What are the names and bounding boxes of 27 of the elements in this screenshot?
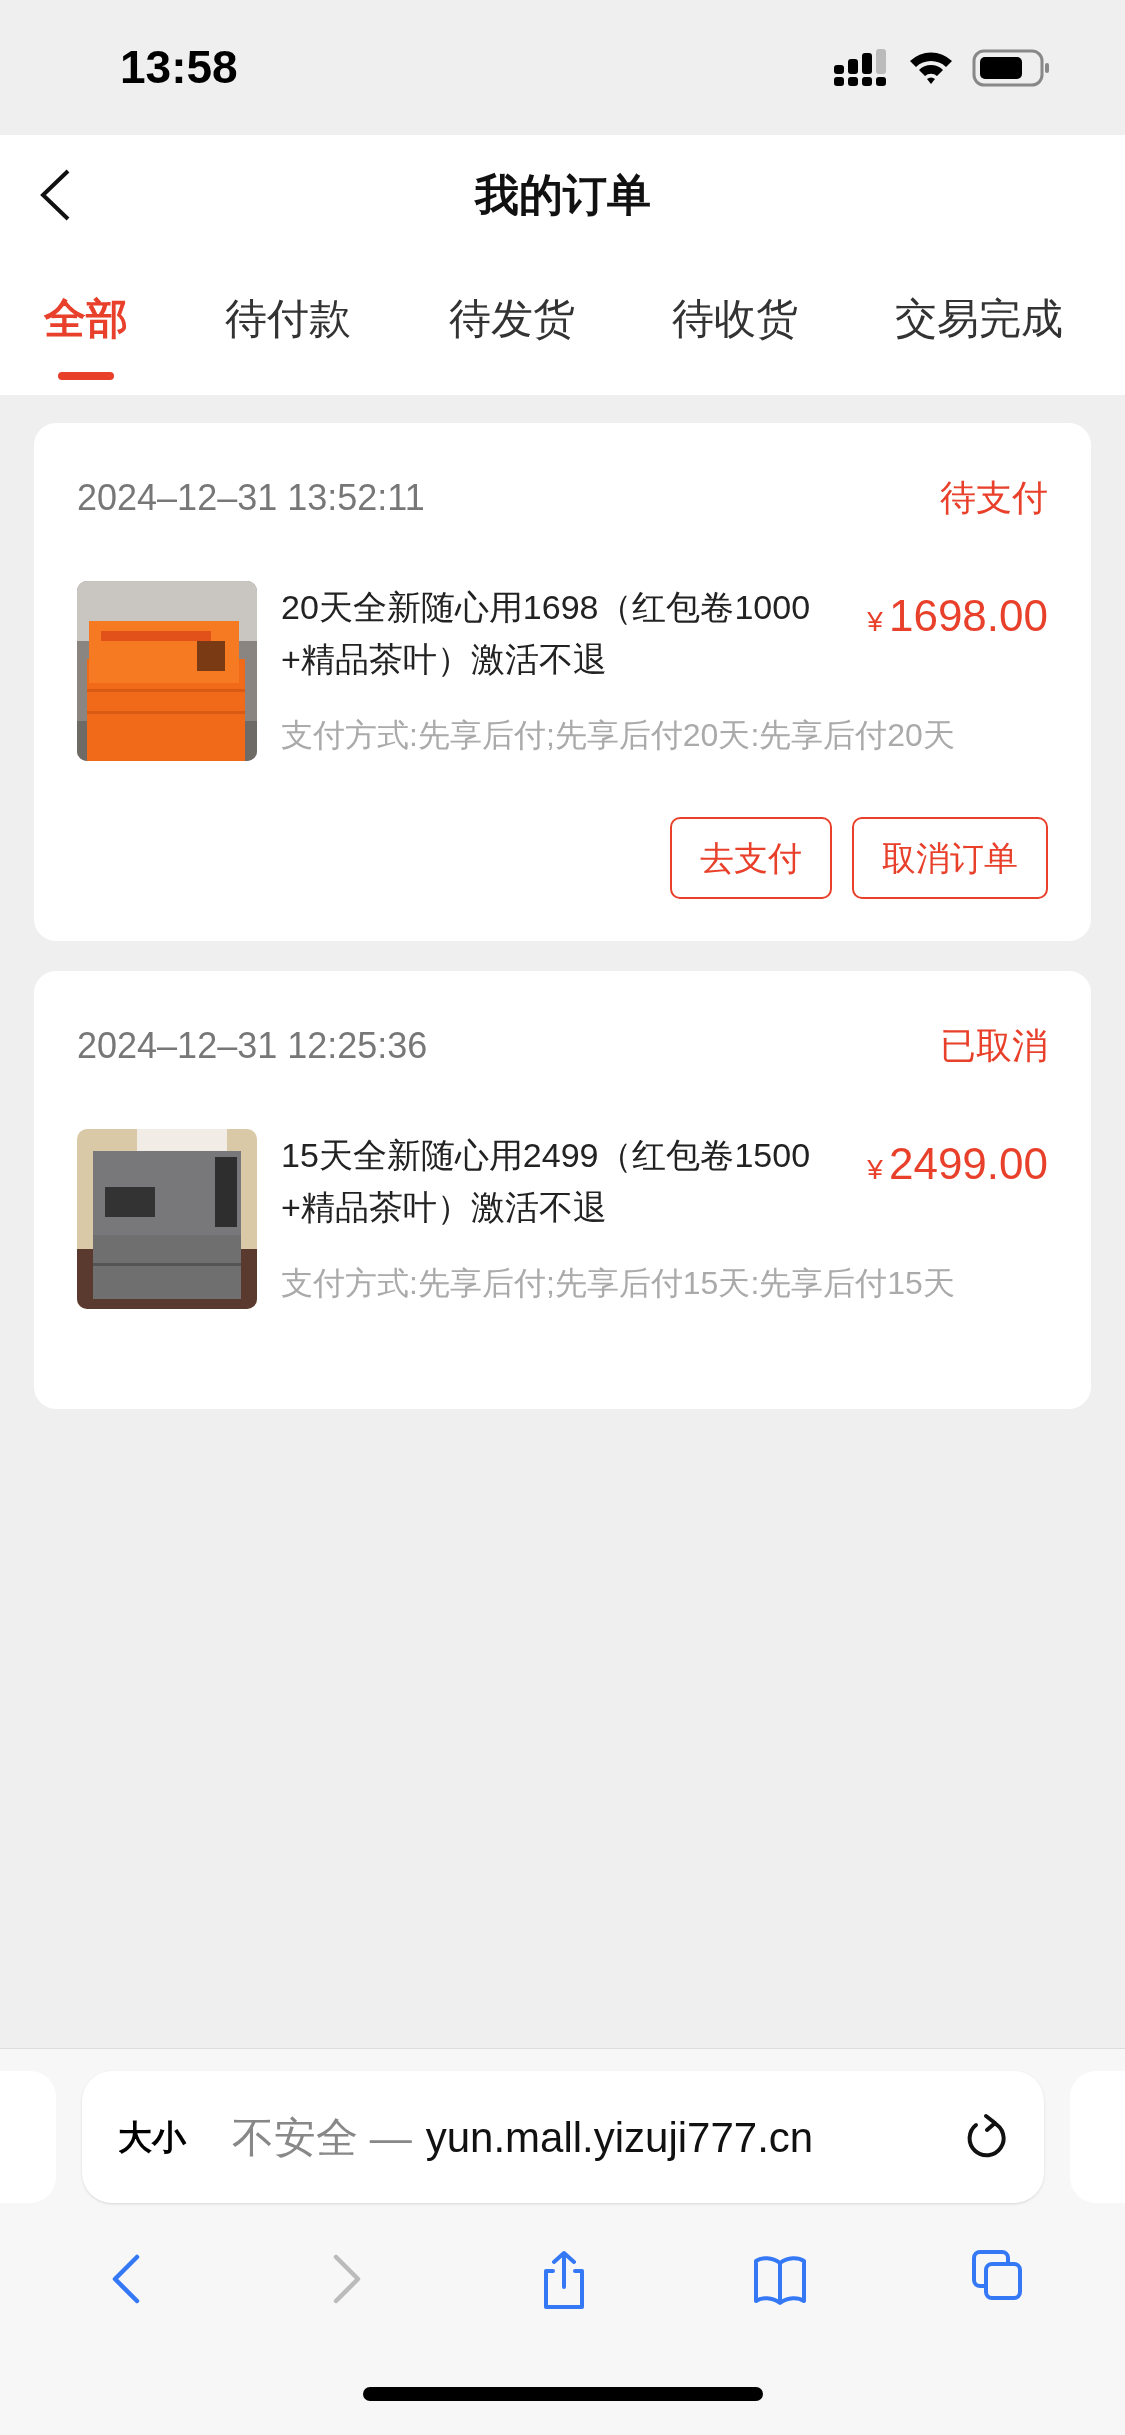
page-title: 我的订单 <box>474 169 651 221</box>
battery-icon <box>972 48 1050 87</box>
product-name: 20天全新随心用1698（红包卷1000+精品茶叶）激活不退 <box>281 587 812 680</box>
wifi-icon <box>908 50 954 85</box>
order-time: 2024–12–31 13:52:11 <box>77 476 425 520</box>
order-time: 2024–12–31 12:25:36 <box>77 1024 428 1068</box>
product-price: ¥2499.00 <box>867 1138 1048 1190</box>
order-action-button[interactable]: 取消订单 <box>852 817 1048 899</box>
order-tab[interactable]: 全部 <box>22 287 150 350</box>
order-tab[interactable]: 待付款 <box>203 287 374 350</box>
order-tab[interactable]: 待发货 <box>426 287 597 350</box>
product-name: 15天全新随心用2499（红包卷1500+精品茶叶）激活不退 <box>281 1135 812 1228</box>
order-action-button[interactable]: 去支付 <box>670 817 832 899</box>
order-status: 已取消 <box>940 1024 1048 1068</box>
order-tab[interactable]: 待收货 <box>649 287 820 350</box>
status-time: 13:58 <box>120 40 238 95</box>
address-bar[interactable]: 大小 不安全 — yun.mall.yizuji777.cn <box>82 2071 1044 2203</box>
tab-underline <box>58 372 114 380</box>
payment-method: 支付方式:先享后付;先享后付15天:先享后付15天 <box>281 1264 956 1303</box>
text-size-button[interactable]: 大小 <box>118 2111 186 2163</box>
product-price: ¥1698.00 <box>867 590 1048 642</box>
order-status: 待支付 <box>940 476 1048 520</box>
url-text: yun.mall.yizuji777.cn <box>425 2112 814 2163</box>
back-icon[interactable] <box>38 168 72 222</box>
payment-method: 支付方式:先享后付;先享后付20天:先享后付20天 <box>281 716 956 755</box>
security-label: 不安全 — <box>232 2112 412 2163</box>
order-tab[interactable]: 交易完成 <box>873 287 1085 350</box>
